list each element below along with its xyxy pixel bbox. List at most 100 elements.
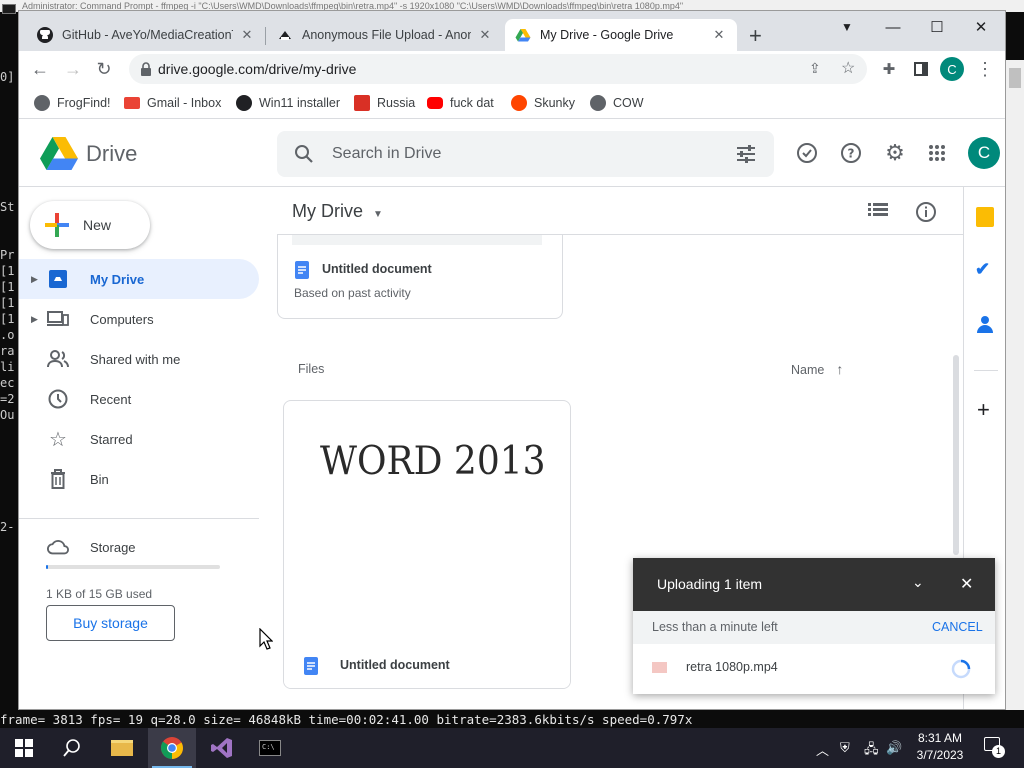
get-addons-plus-icon[interactable]: + (977, 399, 990, 421)
new-button[interactable]: New (30, 201, 150, 249)
bookmark-russia[interactable]: Russia (354, 93, 415, 113)
ready-offline-icon[interactable] (795, 141, 819, 165)
url-text[interactable]: drive.google.com/drive/my-drive (158, 61, 356, 77)
sidebar-item-starred[interactable]: ☆ Starred (19, 419, 259, 459)
collapse-chevron-icon[interactable]: ⌄ (912, 574, 924, 591)
back-icon[interactable]: ← (26, 55, 54, 83)
account-avatar[interactable]: C (968, 137, 1000, 169)
bookmark-win11[interactable]: Win11 installer (236, 93, 340, 113)
console-text-fragment: [1 (0, 312, 15, 326)
main-scrollbar[interactable] (953, 355, 959, 555)
minimize-icon[interactable]: — (871, 13, 915, 41)
close-window-icon[interactable]: ✕ (959, 13, 1003, 41)
search-icon[interactable] (294, 144, 314, 164)
new-tab-button[interactable]: + (749, 25, 762, 47)
sort-ascending-arrow-icon[interactable]: ↑ (836, 361, 843, 377)
forward-icon[interactable]: → (59, 55, 87, 83)
globe-icon (590, 95, 606, 111)
computers-icon (47, 308, 69, 330)
apps-grid-icon[interactable] (925, 141, 949, 165)
close-upload-icon[interactable]: ✕ (960, 574, 973, 594)
extensions-icon[interactable]: ✚ (875, 55, 903, 83)
buy-storage-button[interactable]: Buy storage (46, 605, 175, 641)
bookmark-label: Skunky (534, 96, 575, 110)
chrome-taskbar-icon[interactable] (148, 728, 196, 768)
sidebar-item-my-drive[interactable]: ▶ My Drive (19, 259, 259, 299)
sidebar-item-label: Starred (90, 431, 133, 447)
storage-bar (46, 565, 220, 569)
tasks-icon[interactable]: ✔ (975, 259, 990, 280)
start-windows-icon[interactable] (0, 728, 48, 768)
search-options-icon[interactable] (736, 145, 756, 163)
list-view-icon[interactable] (868, 201, 888, 222)
sidebar-item-storage[interactable]: Storage (19, 527, 259, 567)
side-panel-divider (974, 370, 998, 371)
suggested-file-card[interactable]: Untitled document Based on past activity (277, 235, 563, 319)
ffmpeg-status-line: frame= 3813 fps= 19 q=28.0 size= 46848kB… (0, 712, 693, 727)
expand-arrow-icon[interactable]: ▶ (31, 274, 38, 285)
contacts-icon[interactable] (977, 316, 993, 334)
bookmark-frogfind[interactable]: FrogFind! (34, 93, 111, 113)
tab-close-icon[interactable]: ✕ (477, 27, 493, 43)
keep-icon[interactable] (976, 207, 994, 227)
visual-studio-icon[interactable] (198, 728, 246, 768)
sidebar-item-computers[interactable]: ▶ Computers (19, 299, 259, 339)
network-icon[interactable]: 🖧 (864, 740, 879, 762)
tab-close-icon[interactable]: ✕ (711, 27, 727, 43)
file-card[interactable]: WORD 2013 Untitled document (283, 400, 571, 689)
info-icon[interactable] (915, 201, 937, 226)
show-hidden-icons-chevron-icon[interactable]: ︿ (816, 740, 829, 759)
russia-site-icon (354, 95, 370, 111)
reload-icon[interactable]: ↻ (90, 55, 118, 83)
tab-close-icon[interactable]: ✕ (239, 27, 255, 43)
expand-arrow-icon[interactable]: ▶ (31, 314, 38, 325)
taskbar-clock[interactable]: 8:31 AM 3/7/2023 (900, 730, 980, 764)
files-heading: Files (298, 362, 325, 376)
clock-date: 3/7/2023 (916, 748, 964, 762)
sidebar-item-shared[interactable]: Shared with me (19, 339, 259, 379)
drive-logo-icon[interactable] (40, 137, 78, 170)
share-icon[interactable]: ⇪ (809, 60, 821, 77)
command-prompt-icon[interactable]: C:\ (246, 728, 294, 768)
browser-toolbar: ← → ↻ drive.google.com/drive/my-drive ⇪ … (19, 51, 1005, 87)
bookmark-cow[interactable]: COW (590, 93, 644, 113)
address-bar[interactable]: drive.google.com/drive/my-drive ⇪ ☆ (129, 54, 867, 84)
sidebar-item-label: My Drive (90, 271, 145, 287)
upload-header: Uploading 1 item ⌄ ✕ (633, 558, 995, 611)
lock-icon[interactable] (140, 62, 152, 76)
mouse-cursor-icon (259, 628, 273, 650)
drive-header: Drive Search in Drive ? ⚙ C (19, 119, 1005, 187)
help-icon[interactable]: ? (839, 141, 863, 165)
drive-title[interactable]: Drive (86, 141, 137, 167)
globe-icon (34, 95, 50, 111)
cancel-upload-button[interactable]: CANCEL (932, 620, 983, 634)
chrome-menu-icon[interactable]: ⋮ (971, 55, 999, 83)
bookmark-gmail[interactable]: Gmail - Inbox (124, 93, 221, 113)
search-icon[interactable] (48, 728, 96, 768)
suggested-thumbnail-edge (292, 235, 542, 245)
notifications-icon[interactable]: 1 (984, 737, 1005, 758)
sidebar-item-recent[interactable]: Recent (19, 379, 259, 419)
console-text-fragment: li (0, 360, 15, 374)
maximize-icon[interactable]: ☐ (915, 13, 959, 41)
github-icon (236, 95, 252, 111)
settings-gear-icon[interactable]: ⚙ (883, 140, 907, 165)
tab-anonfiles[interactable]: Anonymous File Upload - AnonFiles ✕ (267, 19, 503, 51)
drive-search-input[interactable]: Search in Drive (277, 131, 774, 177)
console-scrollbar[interactable] (1006, 60, 1024, 710)
bookmark-youtube[interactable]: fuck dat (427, 93, 494, 113)
sidebar-item-bin[interactable]: Bin (19, 459, 259, 499)
location-title[interactable]: My Drive ▼ (292, 201, 383, 222)
sort-by-name[interactable]: Name ↑ (791, 361, 843, 377)
tab-title: My Drive - Google Drive (540, 28, 674, 42)
tab-search-chevron-icon[interactable]: ▼ (825, 13, 869, 41)
file-explorer-icon[interactable] (98, 728, 146, 768)
tab-my-drive[interactable]: My Drive - Google Drive ✕ (505, 19, 737, 51)
tab-github[interactable]: GitHub - AveYo/MediaCreationTool.bat ✕ (27, 19, 265, 51)
bookmark-skunky[interactable]: Skunky (511, 93, 575, 113)
bookmark-star-icon[interactable]: ☆ (841, 58, 855, 78)
security-icon[interactable]: ⛨ (840, 740, 850, 756)
side-panel-icon[interactable] (907, 55, 935, 83)
console-text-fragment: ra (0, 344, 15, 358)
profile-avatar[interactable]: C (940, 57, 964, 81)
